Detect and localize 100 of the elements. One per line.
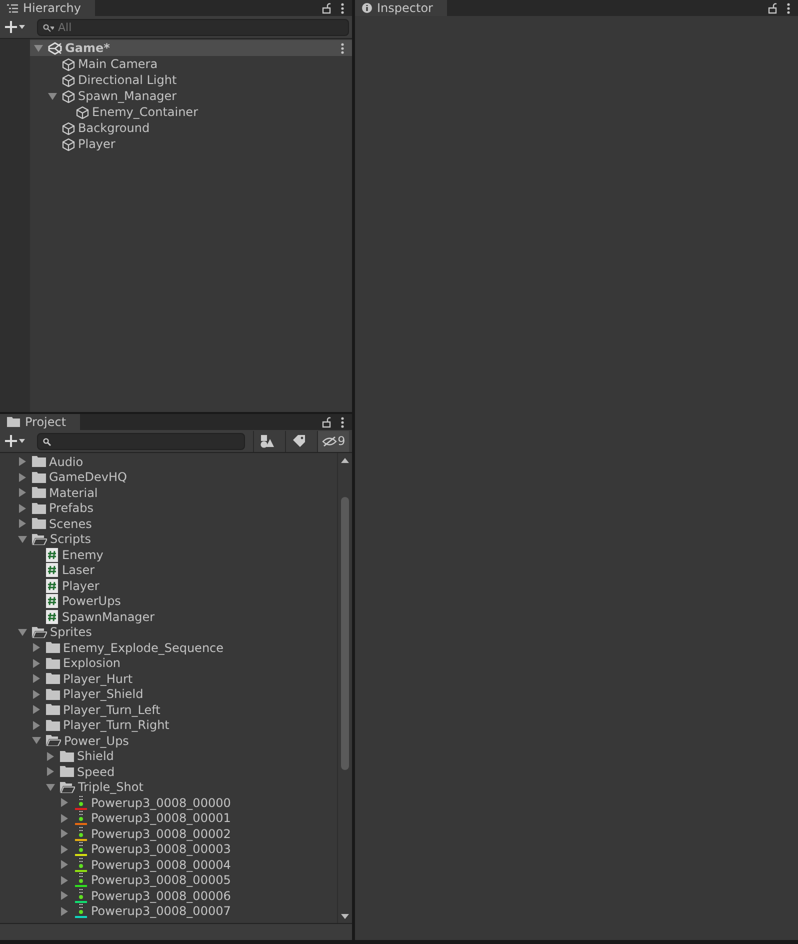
collapsed-arrow-icon[interactable] <box>32 690 41 699</box>
collapsed-arrow-icon[interactable] <box>60 860 69 870</box>
expanded-arrow-icon[interactable] <box>18 628 27 637</box>
tree-item[interactable]: Scripts <box>50 532 92 546</box>
tree-item[interactable]: Powerup3_0008_00006 <box>91 888 231 903</box>
collapsed-arrow-icon[interactable] <box>60 906 69 916</box>
tree-item[interactable]: Triple_Shot <box>78 780 144 794</box>
folder-icon <box>32 472 46 483</box>
panel-tab[interactable]: Project <box>0 414 80 430</box>
expanded-arrow-icon[interactable] <box>34 44 43 52</box>
collapsed-arrow-icon[interactable] <box>18 504 27 513</box>
scroll-down-arrow-icon[interactable] <box>341 914 349 919</box>
collapsed-arrow-icon[interactable] <box>32 674 41 684</box>
scroll-up-arrow-icon[interactable] <box>341 458 349 463</box>
tree-item[interactable]: Shield <box>77 749 114 764</box>
script-file-icon <box>46 563 58 578</box>
tree-item[interactable]: Powerup3_0008_00007 <box>91 904 231 918</box>
script-file-icon <box>46 578 58 593</box>
expanded-arrow-icon[interactable] <box>18 534 27 544</box>
tree-item[interactable]: GameDevHQ <box>49 470 127 484</box>
folder-icon <box>46 673 60 684</box>
tree-item[interactable]: Player_Turn_Right <box>63 718 170 732</box>
tree-item[interactable]: Sprites <box>50 625 92 640</box>
tree-item[interactable]: Powerup3_0008_00002 <box>91 826 231 841</box>
collapsed-arrow-icon[interactable] <box>18 457 27 466</box>
tree-row[interactable]: Main Camera <box>30 56 352 72</box>
more-icon[interactable] <box>787 2 790 14</box>
tree-item[interactable]: Enemy_Explode_Sequence <box>63 640 224 655</box>
expanded-arrow-icon[interactable] <box>32 736 41 746</box>
lock-icon[interactable] <box>768 2 777 14</box>
hidden-packages-button[interactable]: 9 <box>317 430 349 452</box>
tree-item[interactable]: Prefabs <box>49 501 94 516</box>
collapsed-arrow-icon[interactable] <box>46 767 55 776</box>
tree-item[interactable]: PowerUps <box>62 594 121 608</box>
crossed-eye-icon <box>322 436 337 446</box>
tree-item[interactable]: Powerup3_0008_00004 <box>91 858 231 872</box>
tree-item[interactable]: Laser <box>62 563 95 578</box>
tree-row[interactable]: Background <box>30 120 352 136</box>
collapsed-arrow-icon[interactable] <box>18 488 27 498</box>
collapsed-arrow-icon[interactable] <box>60 814 69 823</box>
tree-item[interactable]: Scenes <box>49 516 92 531</box>
tree-item[interactable]: Player_Shield <box>63 687 144 702</box>
tree-row[interactable]: Spawn_Manager <box>30 88 352 104</box>
tree-item[interactable]: Powerup3_0008_00005 <box>91 873 231 888</box>
tree-item[interactable]: Powerup3_0008_00003 <box>91 842 231 856</box>
tree-row[interactable]: Directional Light <box>30 72 352 88</box>
collapsed-arrow-icon[interactable] <box>32 705 41 714</box>
scrollbar[interactable] <box>337 453 352 923</box>
expanded-arrow-icon[interactable] <box>46 782 55 792</box>
collapsed-arrow-icon[interactable] <box>60 829 69 838</box>
info-icon <box>362 3 372 13</box>
tree-item[interactable]: Power_Ups <box>64 734 129 748</box>
tag-icon <box>292 435 304 447</box>
folder-icon <box>46 720 60 731</box>
tree-item[interactable]: Player_Turn_Left <box>63 702 160 717</box>
unity-logo-icon <box>48 42 62 54</box>
folder-icon <box>32 502 46 514</box>
search-field[interactable] <box>37 432 245 450</box>
cube-icon <box>62 122 75 134</box>
collapsed-arrow-icon[interactable] <box>18 472 27 482</box>
shapes-icon <box>260 434 274 448</box>
more-icon[interactable] <box>341 416 344 428</box>
tree-item[interactable]: Material <box>49 486 98 500</box>
folder-icon <box>60 750 74 762</box>
panel-tab[interactable]: Hierarchy <box>0 0 96 16</box>
tree-item[interactable]: Explosion <box>63 656 121 670</box>
tree-row[interactable]: Game* <box>30 40 352 56</box>
tree-item[interactable]: Speed <box>77 764 115 779</box>
tree-item[interactable]: Powerup3_0008_00000 <box>91 796 231 810</box>
tree-item[interactable]: Player <box>62 578 100 593</box>
folder-icon <box>46 704 60 716</box>
tree-item[interactable]: Player_Hurt <box>63 672 133 686</box>
cube-icon <box>62 138 75 150</box>
more-icon[interactable] <box>341 2 344 14</box>
expanded-arrow-icon[interactable] <box>48 92 57 100</box>
folder-icon <box>32 456 46 468</box>
collapsed-arrow-icon[interactable] <box>60 798 69 808</box>
tree-row[interactable]: Player <box>30 136 352 152</box>
open-folder-icon <box>32 626 47 638</box>
collapsed-arrow-icon[interactable] <box>60 891 69 900</box>
tree-row[interactable]: Enemy_Container <box>30 104 352 120</box>
panel-tab[interactable]: Inspector <box>355 0 447 16</box>
search-field[interactable]: All <box>37 18 349 36</box>
collapsed-arrow-icon[interactable] <box>60 876 69 885</box>
collapsed-arrow-icon[interactable] <box>32 658 41 668</box>
collapsed-arrow-icon[interactable] <box>46 752 55 761</box>
collapsed-arrow-icon[interactable] <box>32 643 41 652</box>
lock-icon[interactable] <box>322 416 331 428</box>
script-file-icon <box>46 548 58 562</box>
tree-item[interactable]: Powerup3_0008_00001 <box>91 811 231 826</box>
collapsed-arrow-icon[interactable] <box>60 844 69 854</box>
open-folder-icon <box>46 735 61 746</box>
collapsed-arrow-icon[interactable] <box>32 720 41 730</box>
cube-icon <box>62 74 75 86</box>
lock-icon[interactable] <box>322 2 331 14</box>
tree-item[interactable]: Audio <box>49 454 84 469</box>
script-file-icon <box>46 594 58 608</box>
collapsed-arrow-icon[interactable] <box>18 519 27 528</box>
tree-item[interactable]: SpawnManager <box>62 610 155 624</box>
tree-item[interactable]: Enemy <box>62 548 104 562</box>
